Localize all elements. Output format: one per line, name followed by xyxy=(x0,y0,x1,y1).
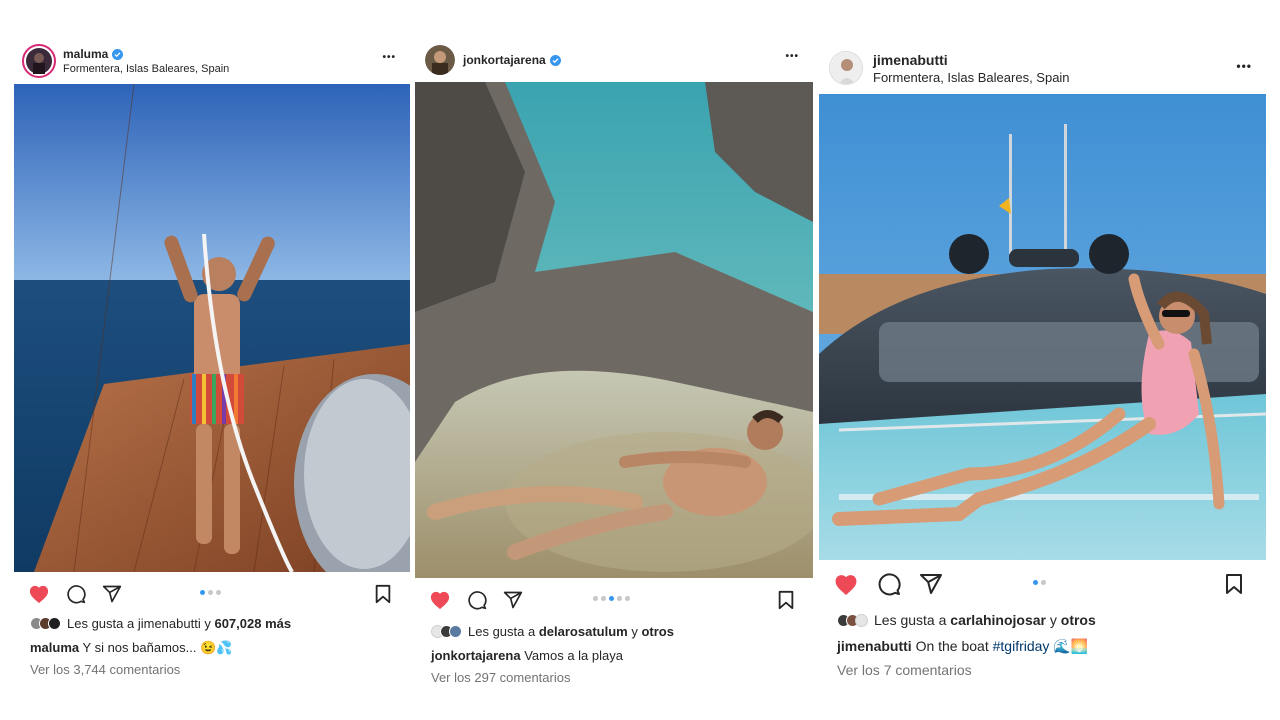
photo-woman-on-yacht-icon xyxy=(819,94,1266,560)
location-link[interactable]: Formentera, Islas Baleares, Spain xyxy=(873,70,1070,85)
photo-man-on-boat-icon xyxy=(14,84,410,572)
liker-username[interactable]: carlahinojosar xyxy=(950,612,1046,628)
photo-man-in-rock-pool-icon xyxy=(415,82,813,578)
likes-others-link[interactable]: otros xyxy=(1061,612,1096,628)
username[interactable]: jimenabutti xyxy=(873,52,948,68)
likes-prefix: Les gusta a xyxy=(67,616,135,631)
caption: jonkortajarena Vamos a la playa xyxy=(431,648,623,663)
carousel-dots xyxy=(593,596,630,601)
verified-badge-icon xyxy=(549,54,561,66)
carousel-dot xyxy=(1033,580,1038,585)
post-jonkortajarena: jonkortajarena ••• Les gusta a delarosat… xyxy=(415,32,813,692)
likes-prefix: Les gusta a xyxy=(468,624,536,639)
share-icon[interactable] xyxy=(102,584,122,604)
carousel-dots xyxy=(1033,580,1046,585)
caption-text: Y si nos bañamos... 😉💦 xyxy=(82,640,233,655)
view-comments-link[interactable]: Ver los 7 comentarios xyxy=(837,662,972,678)
bookmark-icon[interactable] xyxy=(1224,573,1244,595)
username[interactable]: jonkortajarena xyxy=(463,53,546,67)
like-heart-icon[interactable] xyxy=(28,584,50,604)
avatar[interactable] xyxy=(425,45,455,75)
carousel-dot xyxy=(601,596,606,601)
carousel-dot xyxy=(617,596,622,601)
avatar xyxy=(449,625,462,638)
post-maluma: maluma Formentera, Islas Baleares, Spain… xyxy=(14,34,410,684)
carousel-dot xyxy=(200,590,205,595)
avatar xyxy=(855,613,868,627)
likes-prefix: Les gusta a xyxy=(874,612,947,628)
post-header: jonkortajarena ••• xyxy=(415,40,813,80)
more-options-icon[interactable]: ••• xyxy=(382,52,396,63)
post-photo[interactable] xyxy=(415,82,813,578)
liker-username[interactable]: delarosatulum xyxy=(539,624,628,639)
more-options-icon[interactable]: ••• xyxy=(1236,59,1252,73)
liker-avatars xyxy=(30,617,61,630)
action-bar xyxy=(415,588,813,612)
liker-avatars xyxy=(431,625,462,638)
like-heart-icon[interactable] xyxy=(429,590,451,610)
caption-username[interactable]: maluma xyxy=(30,640,79,655)
post-header: jimenabutti Formentera, Islas Baleares, … xyxy=(819,44,1266,92)
caption-text: On the boat xyxy=(915,638,989,654)
share-icon[interactable] xyxy=(503,590,523,610)
likes-joiner: y xyxy=(631,624,638,639)
likes-joiner: y xyxy=(204,616,211,631)
likes-summary: Les gusta a jimenabutti y 607,028 más xyxy=(30,616,291,631)
action-bar xyxy=(14,582,410,606)
post-photo[interactable] xyxy=(14,84,410,572)
carousel-dot xyxy=(625,596,630,601)
carousel-dot xyxy=(208,590,213,595)
likes-others-link[interactable]: otros xyxy=(641,624,674,639)
carousel-dot xyxy=(593,596,598,601)
username[interactable]: maluma xyxy=(63,47,108,61)
carousel-dot xyxy=(1041,580,1046,585)
liker-username[interactable]: jimenabutti xyxy=(138,616,201,631)
caption: jimenabutti On the boat #tgifriday 🌊🌅 xyxy=(837,638,1088,655)
caption-username[interactable]: jimenabutti xyxy=(837,638,912,654)
caption-username[interactable]: jonkortajarena xyxy=(431,648,521,663)
likes-summary: Les gusta a carlahinojosar y otros xyxy=(837,612,1096,628)
post-photo[interactable] xyxy=(819,94,1266,560)
carousel-dot xyxy=(216,590,221,595)
bookmark-icon[interactable] xyxy=(777,590,795,610)
action-bar xyxy=(819,570,1266,598)
more-options-icon[interactable]: ••• xyxy=(785,51,799,62)
location-link[interactable]: Formentera, Islas Baleares, Spain xyxy=(63,63,229,75)
hashtag-link[interactable]: #tgifriday xyxy=(993,638,1050,654)
like-heart-icon[interactable] xyxy=(833,573,859,596)
share-icon[interactable] xyxy=(919,572,943,596)
post-jimenabutti: jimenabutti Formentera, Islas Baleares, … xyxy=(819,38,1266,688)
comment-icon[interactable] xyxy=(877,572,901,596)
caption-emoji: 🌊🌅 xyxy=(1053,638,1089,654)
likes-summary: Les gusta a delarosatulum y otros xyxy=(431,624,674,639)
comment-icon[interactable] xyxy=(66,584,86,604)
avatar[interactable] xyxy=(22,44,56,78)
post-header: maluma Formentera, Islas Baleares, Spain… xyxy=(14,40,410,82)
bookmark-icon[interactable] xyxy=(374,584,392,604)
caption: maluma Y si nos bañamos... 😉💦 xyxy=(30,640,232,656)
caption-text: Vamos a la playa xyxy=(524,648,623,663)
verified-badge-icon xyxy=(112,48,124,60)
likes-count-link[interactable]: 607,028 más xyxy=(214,616,291,631)
liker-avatars xyxy=(837,613,868,627)
carousel-dot xyxy=(609,596,614,601)
likes-joiner: y xyxy=(1049,612,1057,628)
view-comments-link[interactable]: Ver los 3,744 comentarios xyxy=(30,662,180,677)
carousel-dots xyxy=(200,590,221,595)
view-comments-link[interactable]: Ver los 297 comentarios xyxy=(431,670,570,685)
avatar xyxy=(48,617,61,630)
comment-icon[interactable] xyxy=(467,590,487,610)
avatar[interactable] xyxy=(829,51,863,85)
